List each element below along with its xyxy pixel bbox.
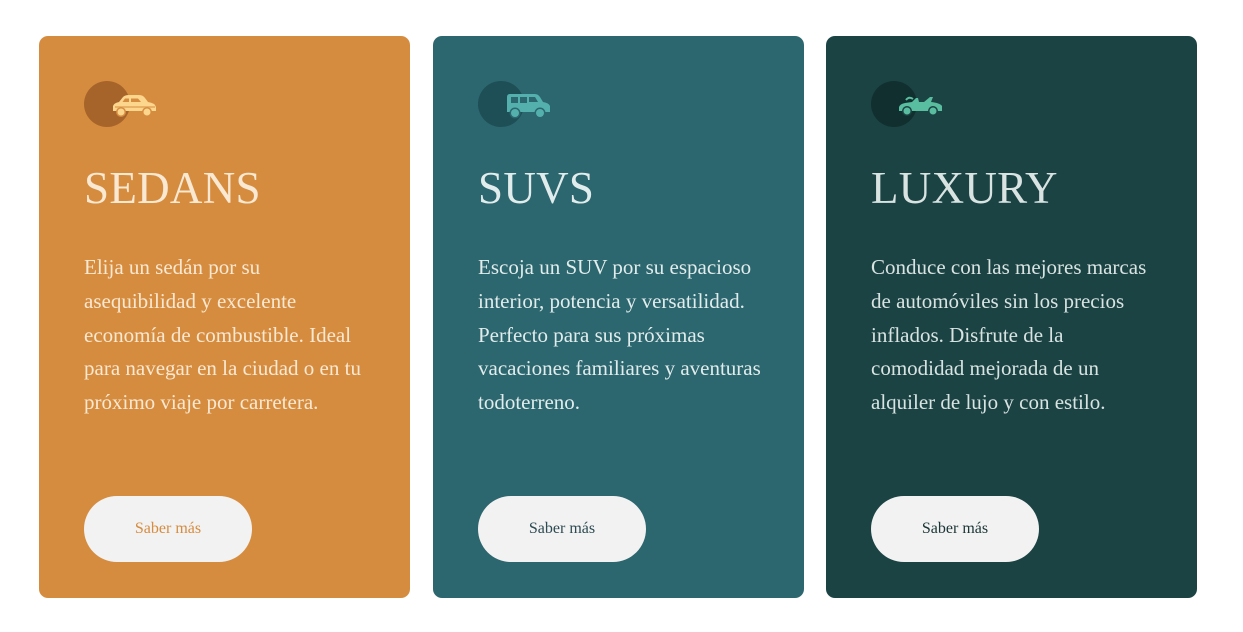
luxury-car-icon <box>871 81 947 129</box>
card-luxury: LUXURY Conduce con las mejores marcas de… <box>826 36 1197 598</box>
card-description-suvs: Escoja un SUV por su espacioso interior,… <box>478 255 761 415</box>
card-title-sedans: SEDANS <box>84 163 261 213</box>
saber-mas-button-sedans[interactable]: Saber más <box>84 496 252 562</box>
sedan-car-icon <box>84 81 160 129</box>
card-suvs: SUVS Escoja un SUV por su espacioso inte… <box>433 36 804 598</box>
card-title-suvs: SUVS <box>478 163 595 213</box>
card-sedans: SEDANS Elija un sedán por su asequibilid… <box>39 36 410 598</box>
suv-car-icon <box>478 81 554 129</box>
card-description-sedans: Elija un sedán por su asequibilidad y ex… <box>84 255 361 415</box>
card-title-luxury: LUXURY <box>871 163 1058 213</box>
saber-mas-button-suvs[interactable]: Saber más <box>478 496 646 562</box>
saber-mas-button-luxury[interactable]: Saber más <box>871 496 1039 562</box>
card-description-luxury: Conduce con las mejores marcas de automó… <box>871 255 1147 415</box>
